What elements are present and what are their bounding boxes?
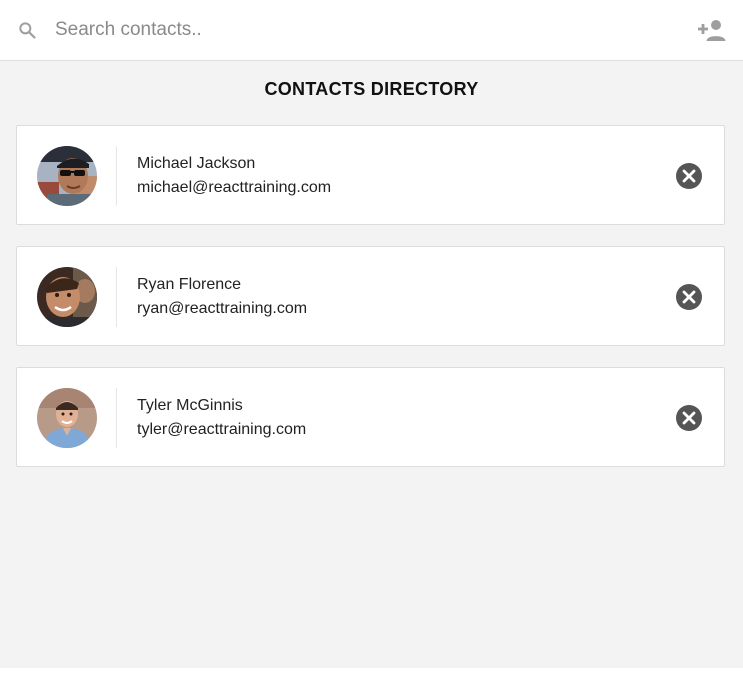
contact-card: Tyler McGinnis tyler@reacttraining.com	[16, 367, 725, 467]
page-title: CONTACTS DIRECTORY	[264, 79, 479, 99]
contact-details: Michael Jackson michael@reacttraining.co…	[137, 154, 331, 198]
contacts-app: CONTACTS DIRECTORY Michael Jackson micha…	[0, 0, 743, 668]
contact-email: michael@reacttraining.com	[137, 179, 332, 196]
contact-details: Ryan Florence ryan@reacttraining.com	[137, 275, 307, 319]
contact-name: Ryan Florence	[137, 276, 242, 293]
search-input[interactable]	[44, 12, 664, 48]
contact-card: Ryan Florence ryan@reacttraining.com	[16, 246, 725, 346]
contacts-list: Michael Jackson michael@reacttraining.co…	[16, 125, 725, 488]
remove-circle-icon[interactable]	[675, 283, 703, 311]
search-bar	[0, 0, 743, 61]
contact-card: Michael Jackson michael@reacttraining.co…	[16, 125, 725, 225]
search-icon	[19, 22, 36, 39]
avatar	[37, 267, 97, 327]
card-divider	[116, 267, 117, 327]
contact-email: ryan@reacttraining.com	[137, 300, 308, 317]
card-divider	[116, 388, 117, 448]
contact-name: Tyler McGinnis	[137, 397, 243, 414]
contact-name: Michael Jackson	[137, 155, 256, 172]
contact-email: tyler@reacttraining.com	[137, 421, 307, 438]
remove-circle-icon[interactable]	[675, 404, 703, 432]
person-add-icon[interactable]	[697, 18, 727, 42]
avatar	[37, 146, 97, 206]
avatar	[37, 388, 97, 448]
contact-details: Tyler McGinnis tyler@reacttraining.com	[137, 396, 306, 440]
card-divider	[116, 146, 117, 206]
remove-circle-icon[interactable]	[675, 162, 703, 190]
